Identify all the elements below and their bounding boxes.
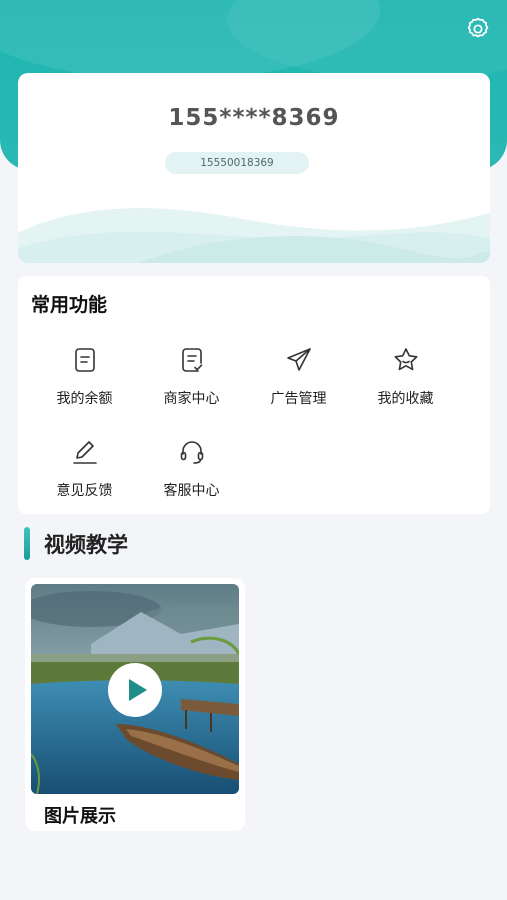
play-button[interactable] xyxy=(107,662,163,718)
function-label: 我的余额 xyxy=(56,391,113,407)
masked-phone-number: 155****8369 xyxy=(168,105,340,131)
star-icon xyxy=(394,348,417,371)
headset-icon xyxy=(180,441,203,464)
gear-icon xyxy=(467,17,489,38)
play-icon xyxy=(108,663,162,717)
function-label: 意见反馈 xyxy=(56,483,113,499)
function-label: 广告管理 xyxy=(270,391,327,407)
function-label: 我的收藏 xyxy=(377,391,434,407)
pencil-icon xyxy=(72,441,97,464)
section-title-functions: 常用功能 xyxy=(31,294,108,316)
section-accent-bar xyxy=(24,527,30,560)
function-my-favorites[interactable]: 我的收藏 xyxy=(352,346,459,426)
section-title-videos: 视频教学 xyxy=(44,533,128,557)
decorative-wave xyxy=(18,208,490,263)
settings-button[interactable] xyxy=(465,16,491,42)
document-icon xyxy=(74,348,95,372)
function-label: 商家中心 xyxy=(163,391,220,407)
function-feedback[interactable]: 意见反馈 xyxy=(31,438,138,518)
send-plane-icon xyxy=(286,348,311,371)
function-label: 客服中心 xyxy=(163,483,220,499)
function-ad-management[interactable]: 广告管理 xyxy=(245,346,352,426)
function-my-balance[interactable]: 我的余额 xyxy=(31,346,138,426)
common-functions-panel: 常用功能 我的余额 商家中心 广告管理 我的收藏 意见反馈 客服中心 xyxy=(18,276,490,514)
video-title: 图片展示 xyxy=(44,806,116,827)
document-check-icon xyxy=(181,348,202,372)
function-customer-service[interactable]: 客服中心 xyxy=(138,438,245,518)
phone-number-badge: 15550018369 xyxy=(165,152,309,174)
function-merchant-center[interactable]: 商家中心 xyxy=(138,346,245,426)
profile-card: 155****8369 15550018369 xyxy=(18,73,490,263)
